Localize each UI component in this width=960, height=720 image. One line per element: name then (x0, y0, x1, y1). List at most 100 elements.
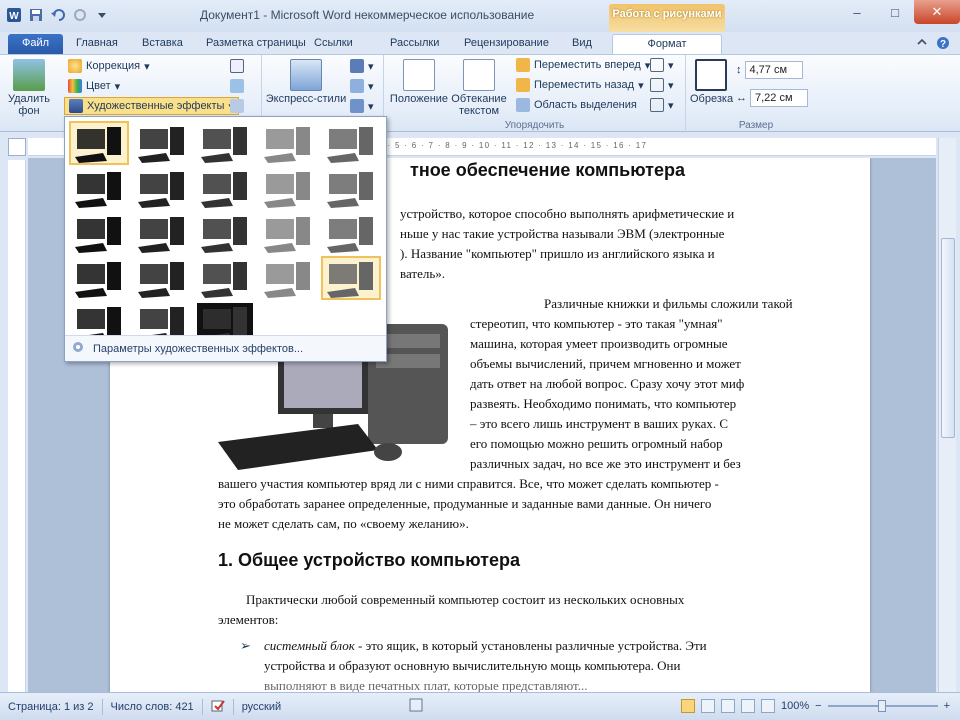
crop-button[interactable]: Обрезка (690, 59, 733, 105)
correction-button[interactable]: Коррекция ▾ (68, 59, 150, 73)
selection-pane-button[interactable]: Область выделения (516, 98, 637, 112)
tab-insert[interactable]: Вставка (132, 34, 193, 54)
picture-effects-button[interactable]: ▾ (350, 79, 374, 93)
artistic-effect-option[interactable] (258, 256, 318, 300)
undo-icon[interactable] (50, 7, 66, 23)
artistic-effect-option[interactable] (321, 121, 381, 165)
tab-right-controls: ? (916, 36, 950, 53)
zoom-controls: 100% − + (680, 699, 950, 713)
effects-options-icon (71, 340, 85, 357)
draft-view-button[interactable] (760, 699, 775, 713)
customize-qat-icon[interactable] (94, 7, 110, 23)
tab-page-layout[interactable]: Разметка страницы (196, 34, 316, 54)
artistic-effect-option[interactable] (195, 166, 255, 210)
artistic-effect-option[interactable] (132, 256, 192, 300)
print-layout-view-button[interactable] (680, 699, 695, 713)
group-icon (650, 78, 664, 92)
tab-mailings[interactable]: Рассылки (380, 34, 449, 54)
intro-line-4: ватель». (400, 266, 446, 281)
artistic-effect-option[interactable] (69, 121, 129, 165)
color-label: Цвет (86, 80, 111, 92)
page-count[interactable]: Страница: 1 из 2 (0, 698, 103, 715)
tab-view[interactable]: Вид (562, 34, 602, 54)
height-input[interactable]: 4,77 см (744, 61, 803, 79)
rotate-button[interactable]: ▾ (650, 98, 674, 112)
artistic-effect-option[interactable] (258, 211, 318, 255)
word-logo-icon[interactable]: W (6, 7, 22, 23)
chevron-down-icon: ▾ (114, 80, 121, 93)
compress-pictures-button[interactable] (230, 59, 244, 73)
picture-border-button[interactable]: ▾ (350, 59, 374, 73)
align-button[interactable]: ▾ (650, 58, 674, 72)
color-palette-icon (68, 79, 82, 93)
selection-pane-label: Область выделения (534, 99, 637, 111)
zoom-in-button[interactable]: + (944, 700, 950, 712)
reset-picture-button[interactable] (230, 99, 244, 113)
artistic-effects-button[interactable]: Художественные эффекты ▾ (64, 97, 239, 115)
picture-layout-button[interactable]: ▾ (350, 99, 374, 113)
web-layout-view-button[interactable] (720, 699, 735, 713)
change-picture-button[interactable] (230, 79, 244, 93)
zoom-out-button[interactable]: − (815, 700, 821, 712)
width-icon: ↔ (736, 92, 747, 104)
send-backward-button[interactable]: Переместить назад ▾ (516, 78, 644, 92)
artistic-effects-options[interactable]: Параметры художественных эффектов... (65, 335, 386, 361)
minimize-button[interactable]: – (838, 0, 876, 24)
selection-pane-icon (516, 98, 530, 112)
artistic-effect-option[interactable] (132, 121, 192, 165)
zoom-level[interactable]: 100% (781, 700, 809, 712)
proofing-icon[interactable] (203, 698, 234, 715)
scrollbar-thumb[interactable] (941, 238, 955, 438)
outline-view-button[interactable] (740, 699, 755, 713)
express-styles-button[interactable]: Экспресс-стили (264, 59, 348, 105)
artistic-effect-option[interactable] (195, 121, 255, 165)
macro-icon[interactable] (409, 698, 423, 715)
para2-line-8: его помощью можно решить огромный набор (470, 436, 723, 451)
artistic-effect-option[interactable] (321, 166, 381, 210)
artistic-effect-option[interactable] (258, 166, 318, 210)
effects-options-label: Параметры художественных эффектов... (93, 342, 304, 355)
artistic-effect-option[interactable] (132, 211, 192, 255)
bring-forward-button[interactable]: Переместить вперед ▾ (516, 58, 650, 72)
artistic-effect-option[interactable] (321, 211, 381, 255)
artistic-effect-option[interactable] (69, 256, 129, 300)
close-button[interactable]: ✕ (914, 0, 960, 24)
bullet-arrow-icon: ➢ (240, 638, 251, 653)
vertical-scrollbar[interactable] (938, 138, 956, 692)
svg-text:W: W (9, 11, 19, 22)
artistic-effect-option[interactable] (69, 166, 129, 210)
artistic-effect-option[interactable] (69, 211, 129, 255)
zoom-slider-knob[interactable] (877, 700, 886, 712)
tab-selector[interactable] (8, 138, 26, 156)
help-icon[interactable]: ? (936, 36, 950, 53)
tab-file[interactable]: Файл (8, 34, 64, 54)
zoom-slider[interactable] (827, 700, 938, 712)
maximize-button[interactable]: □ (876, 0, 914, 24)
minimize-ribbon-icon[interactable] (916, 36, 928, 53)
artistic-effect-option[interactable] (195, 211, 255, 255)
color-button[interactable]: Цвет ▾ (68, 79, 120, 93)
tab-references[interactable]: Ссылки (304, 34, 363, 54)
redo-icon[interactable] (72, 7, 88, 23)
artistic-effect-option[interactable] (132, 166, 192, 210)
artistic-effect-option[interactable] (258, 121, 318, 165)
tab-home[interactable]: Главная (66, 34, 128, 54)
save-icon[interactable] (28, 7, 44, 23)
wrap-text-button[interactable]: Обтекание текстом (448, 59, 510, 117)
wrap-text-icon (463, 59, 495, 91)
artistic-effect-option[interactable] (321, 256, 381, 300)
group-button[interactable]: ▾ (650, 78, 674, 92)
word-count[interactable]: Число слов: 421 (103, 698, 203, 715)
language[interactable]: русский (234, 699, 289, 715)
position-button[interactable]: Положение (388, 59, 450, 105)
remove-background-button[interactable]: Удалить фон (6, 59, 52, 117)
tab-review[interactable]: Рецензирование (454, 34, 559, 54)
vertical-ruler[interactable] (8, 160, 26, 692)
width-input[interactable]: 7,22 см (750, 89, 808, 107)
artistic-effect-option[interactable] (195, 256, 255, 300)
bullet-line-2: устройства и образуют основную вычислите… (264, 658, 681, 673)
bullet-line-1: системный блок - это ящик, в который уст… (264, 636, 818, 657)
chevron-down-icon: ▾ (638, 79, 644, 92)
full-screen-view-button[interactable] (700, 699, 715, 713)
tab-format[interactable]: Формат (612, 34, 722, 54)
